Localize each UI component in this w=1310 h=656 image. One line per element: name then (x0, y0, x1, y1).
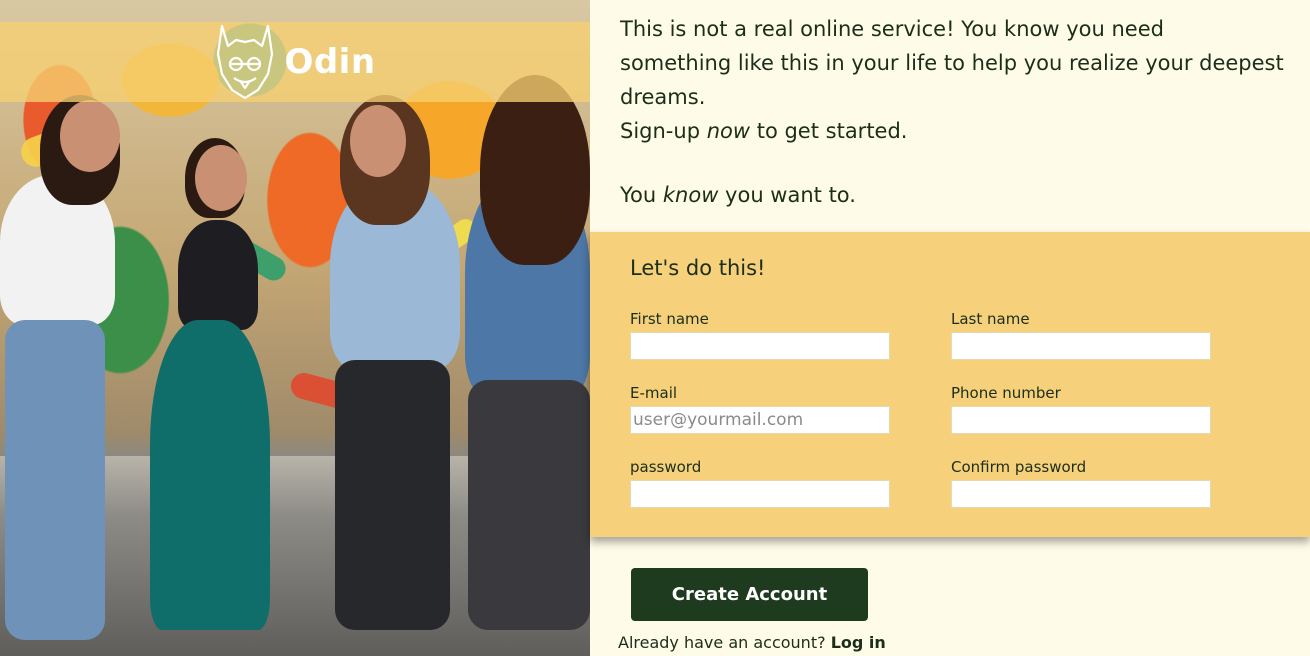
first-name-label: First name (630, 310, 709, 328)
hero-image: Odin (0, 0, 590, 656)
form-title: Let's do this! (630, 256, 766, 280)
last-name-input[interactable] (951, 332, 1211, 360)
brand-banner: Odin (0, 22, 590, 102)
last-name-field-group: Last name (951, 310, 1211, 360)
confirm-password-input[interactable] (951, 480, 1211, 508)
intro-text-part: Sign-up (620, 119, 707, 143)
signup-form: Let's do this! First name Last name E-ma… (590, 232, 1310, 537)
brand-name: Odin (284, 42, 376, 82)
phone-input[interactable] (951, 406, 1211, 434)
phone-label: Phone number (951, 384, 1061, 402)
intro-line: This is not a real online service! You k… (620, 17, 1164, 41)
phone-field-group: Phone number (951, 384, 1211, 434)
confirm-password-label: Confirm password (951, 458, 1087, 476)
email-input[interactable] (630, 406, 890, 434)
confirm-password-field-group: Confirm password (951, 458, 1211, 508)
intro-know-line: You know you want to. (620, 178, 1310, 212)
last-name-label: Last name (951, 310, 1030, 328)
first-name-field-group: First name (630, 310, 890, 360)
intro-emphasis: know (662, 183, 719, 207)
first-name-input[interactable] (630, 332, 890, 360)
odin-dog-logo-icon (217, 24, 274, 100)
intro-signup-line: Sign-up now to get started. (620, 114, 1310, 148)
intro-emphasis: now (706, 119, 751, 143)
signup-page: Odin This is not a real online service! … (0, 0, 1310, 656)
intro-text-part: to get started. (750, 119, 908, 143)
password-input[interactable] (630, 480, 890, 508)
login-link[interactable]: Log in (831, 633, 886, 652)
email-field-group: E-mail (630, 384, 890, 434)
create-account-button[interactable]: Create Account (631, 568, 868, 621)
password-field-group: password (630, 458, 890, 508)
login-prompt: Already have an account? Log in (618, 633, 886, 652)
password-label: password (630, 458, 702, 476)
email-label: E-mail (630, 384, 678, 402)
login-prompt-text: Already have an account? (618, 633, 826, 652)
intro-line: something like this in your life to help… (620, 51, 1284, 75)
intro-text-part: You (620, 183, 663, 207)
intro-line: dreams. (620, 85, 706, 109)
intro-text: This is not a real online service! You k… (620, 12, 1310, 212)
intro-text-part: you want to. (718, 183, 856, 207)
